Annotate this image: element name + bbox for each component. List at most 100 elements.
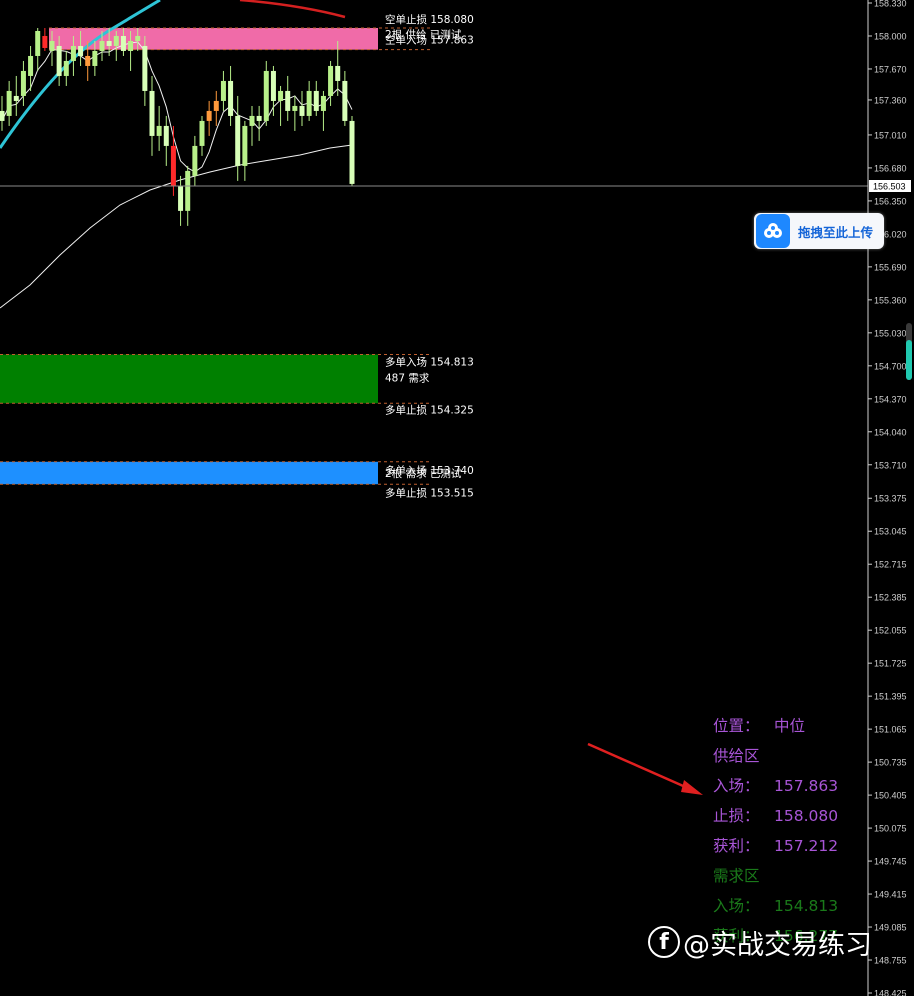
zone-label: 487 需求	[385, 373, 430, 385]
y-tick-label: 156.680	[874, 163, 907, 173]
info-key: 入场：	[713, 777, 760, 795]
candle-body	[278, 90, 284, 101]
candle-body	[78, 45, 84, 56]
y-tick-label: 158.000	[874, 31, 907, 41]
candle-body	[206, 110, 212, 121]
candle-body	[342, 80, 348, 121]
y-tick-label: 149.085	[874, 923, 907, 933]
y-tick-label: 151.065	[874, 725, 907, 735]
candle-body	[213, 100, 219, 111]
y-tick-label: 155.690	[874, 262, 907, 272]
candle-body	[242, 125, 248, 166]
candle-body	[292, 105, 298, 111]
info-key: 供给区	[713, 747, 760, 765]
y-tick-label: 153.045	[874, 527, 907, 537]
candle-body	[113, 35, 119, 46]
candle-body	[35, 30, 41, 56]
candle-body	[249, 115, 255, 126]
zone-label: 多单入场 154.813	[385, 356, 474, 369]
zone-label: 2根 需求 已测试	[385, 467, 462, 480]
y-tick-label: 149.415	[874, 890, 907, 900]
candle-body	[285, 90, 291, 111]
watermark-text: @实战交易练习	[683, 929, 872, 961]
info-key: 获利：	[713, 837, 760, 855]
info-value: 中位	[774, 717, 805, 735]
candle-body	[335, 65, 341, 81]
candle-body	[263, 70, 269, 121]
upload-label: 拖拽至此上传	[798, 224, 874, 240]
zone-label: 多单止损 153.515	[385, 486, 474, 499]
candle-body	[42, 35, 48, 48]
info-value: 158.080	[774, 807, 838, 825]
candle-body	[128, 40, 134, 51]
y-tick-label: 148.425	[874, 989, 907, 996]
candle-body	[178, 185, 184, 211]
scrollbar-thumb[interactable]	[906, 323, 912, 380]
candle-body	[56, 45, 62, 76]
candle-body	[349, 120, 355, 184]
candle-body	[235, 115, 241, 166]
info-value: 157.212	[774, 837, 838, 855]
zone-rect	[0, 461, 378, 485]
y-tick-label: 152.055	[874, 626, 907, 636]
y-tick-label: 154.700	[874, 361, 907, 371]
y-tick-label: 154.370	[874, 394, 907, 404]
candle-body	[328, 65, 334, 96]
candle-body	[192, 145, 198, 176]
y-tick-label: 157.010	[874, 130, 907, 140]
y-tick-label: 152.385	[874, 593, 907, 603]
candle-body	[49, 40, 55, 51]
candle-body	[320, 95, 326, 111]
upload-widget[interactable]: 拖拽至此上传	[754, 213, 884, 249]
y-tick-label: 150.405	[874, 791, 907, 801]
zone-label: 多单止损 154.325	[385, 403, 474, 416]
candle-body	[299, 105, 305, 116]
candle-body	[199, 120, 205, 146]
watermark-logo-icon: f	[648, 926, 680, 958]
candle-body	[170, 145, 176, 186]
zone-label: 空单止损 158.080	[385, 13, 474, 26]
y-tick-label: 151.725	[874, 659, 907, 669]
info-key: 止损：	[713, 807, 760, 825]
info-key: 位置：	[713, 717, 760, 735]
y-tick-label: 150.735	[874, 758, 907, 768]
zone-rect	[0, 354, 378, 404]
zone-label: 空单入场 157.863	[385, 34, 474, 47]
candle-body	[99, 40, 105, 51]
candle-body	[270, 70, 276, 101]
candle-body	[313, 90, 319, 111]
candle-body	[20, 70, 26, 96]
y-tick-label: 151.395	[874, 692, 907, 702]
candle-body	[142, 45, 148, 91]
info-key: 入场：	[713, 897, 760, 915]
candle-body	[70, 45, 76, 61]
candle-body	[163, 125, 169, 146]
current-price-text: 156.503	[873, 182, 906, 192]
y-tick-label: 154.040	[874, 427, 907, 437]
candle-body	[149, 90, 155, 136]
price-chart[interactable]: 空单止损 158.0802根 供给 已测试空单入场 157.863多单入场 15…	[0, 0, 914, 996]
y-tick-label: 155.030	[874, 328, 907, 338]
candle-body	[63, 60, 69, 76]
watermark: f @实战交易练习	[648, 922, 872, 962]
info-key: 需求区	[713, 867, 760, 885]
y-tick-label: 156.350	[874, 196, 907, 206]
cloud-upload-icon	[756, 214, 790, 248]
candle-body	[92, 50, 98, 66]
candle-body	[135, 35, 141, 41]
candle-body	[185, 170, 191, 211]
candle-body	[220, 80, 226, 101]
candle-body	[256, 115, 262, 121]
info-value: 154.813	[774, 897, 838, 915]
candle-body	[228, 80, 234, 116]
y-tick-label: 157.670	[874, 64, 907, 74]
y-tick-label: 153.375	[874, 494, 907, 504]
candle-body	[306, 90, 312, 116]
y-tick-label: 158.330	[874, 0, 907, 9]
candle-body	[156, 125, 162, 136]
y-tick-label: 153.710	[874, 460, 907, 470]
y-tick-label: 149.745	[874, 857, 907, 867]
y-tick-label: 152.715	[874, 560, 907, 570]
candle-body	[13, 95, 19, 101]
candle-body	[28, 55, 34, 76]
